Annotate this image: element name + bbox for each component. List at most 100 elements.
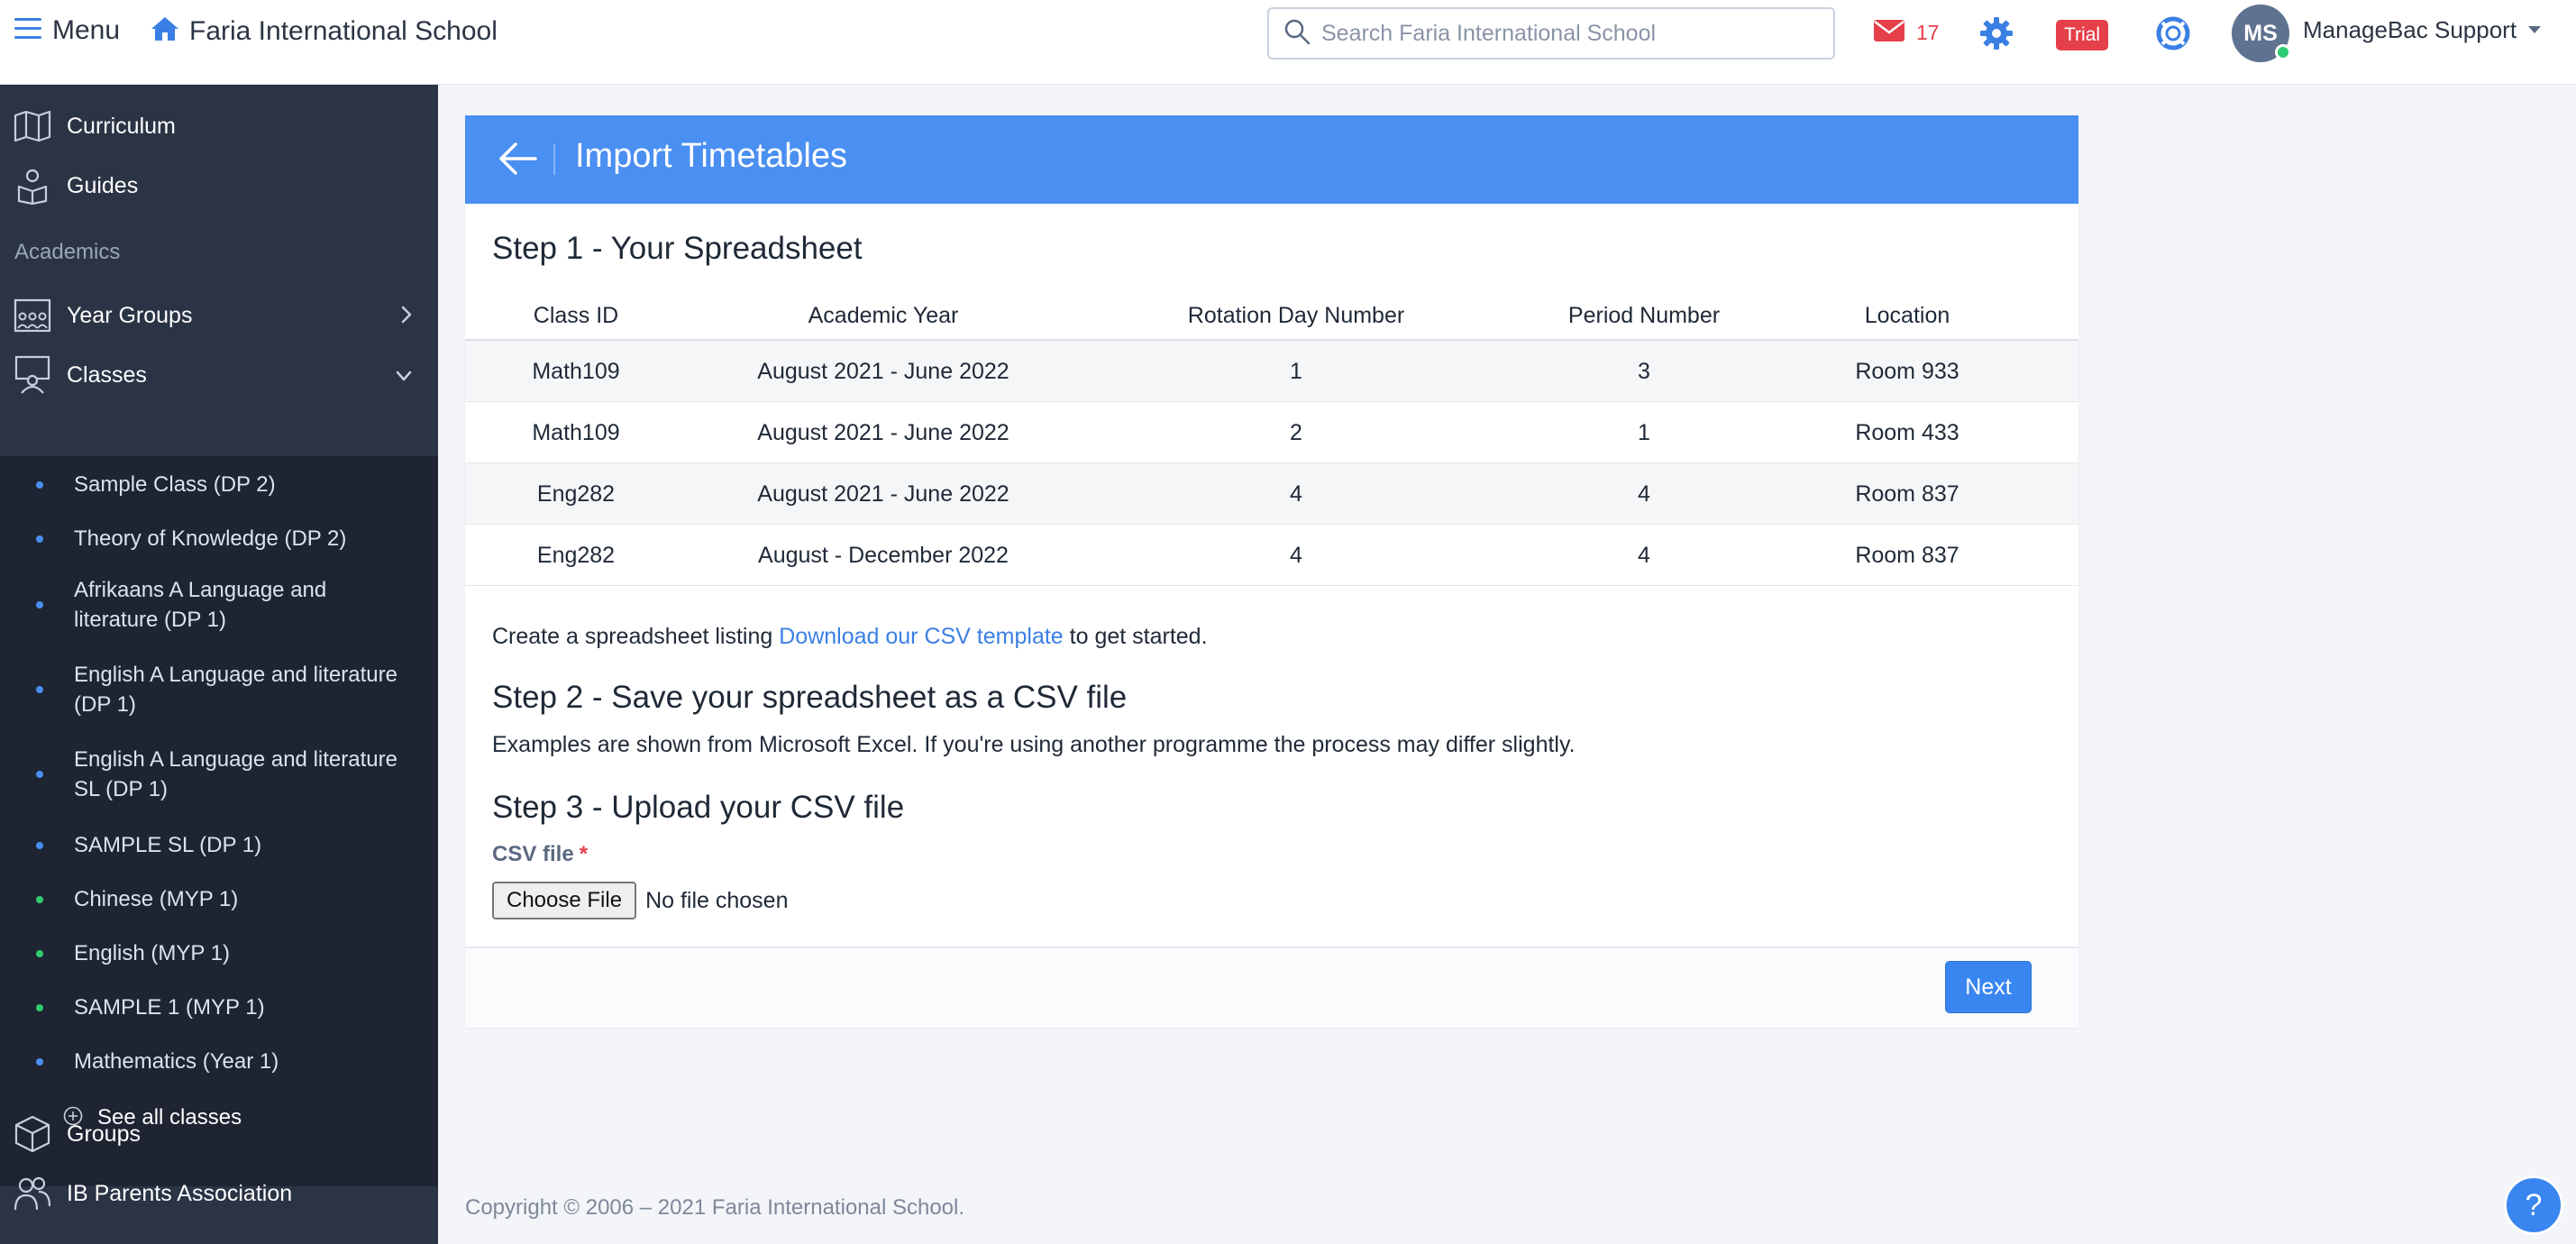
cell-period: 3 bbox=[1638, 359, 1650, 384]
help-button[interactable]: ? bbox=[2504, 1175, 2563, 1235]
column-header-rotation-day: Rotation Day Number bbox=[1187, 303, 1405, 328]
cell-period: 1 bbox=[1638, 420, 1650, 445]
school-home-link[interactable]: Faria International School bbox=[150, 15, 498, 47]
table-row: Math109 August 2021 - June 2022 1 3 Room… bbox=[465, 341, 2078, 402]
sidebar-item-classes[interactable]: Classes bbox=[0, 348, 438, 402]
download-template-link[interactable]: Download our CSV template bbox=[779, 624, 1063, 649]
class-label: English A Language and literature (DP 1) bbox=[74, 663, 397, 717]
cell-class-id: Eng282 bbox=[536, 543, 616, 568]
class-color-dot bbox=[36, 535, 43, 543]
sidebar-class-item[interactable]: English A Language and literature SL (DP… bbox=[0, 743, 438, 806]
sidebar-class-item[interactable]: Mathematics (Year 1) bbox=[0, 1044, 438, 1080]
class-color-dot bbox=[36, 771, 43, 778]
sidebar-item-label: IB Parents Association bbox=[67, 1180, 293, 1206]
class-color-dot bbox=[36, 1058, 43, 1066]
required-mark: * bbox=[579, 842, 589, 866]
school-name: Faria International School bbox=[189, 15, 498, 46]
cube-icon bbox=[13, 1114, 52, 1154]
support-button[interactable] bbox=[2156, 16, 2190, 55]
cell-class-id: Math109 bbox=[532, 420, 620, 445]
cell-location: Room 837 bbox=[1855, 543, 1959, 568]
envelope-icon bbox=[1873, 18, 1905, 48]
sidebar-class-item[interactable]: Theory of Knowledge (DP 2) bbox=[0, 521, 438, 557]
menu-button[interactable]: Menu bbox=[14, 15, 120, 46]
messages-button[interactable]: 17 bbox=[1873, 18, 1940, 48]
trial-badge[interactable]: Trial bbox=[2056, 20, 2109, 50]
cell-academic-year: August 2021 - June 2022 bbox=[757, 359, 1009, 384]
sidebar-section-academics: Academics bbox=[14, 240, 121, 264]
message-count: 17 bbox=[1916, 21, 1940, 44]
sidebar-item-label: Groups bbox=[67, 1121, 141, 1147]
class-label: Chinese (MYP 1) bbox=[74, 887, 239, 911]
class-color-dot bbox=[36, 950, 43, 957]
hamburger-icon bbox=[14, 17, 41, 45]
settings-button[interactable] bbox=[1979, 16, 2014, 55]
class-label: SAMPLE SL (DP 1) bbox=[74, 833, 262, 857]
class-color-dot bbox=[36, 1004, 43, 1011]
class-color-dot bbox=[36, 896, 43, 903]
import-timetables-card: Import Timetables Step 1 - Your Spreadsh… bbox=[465, 115, 2078, 1028]
avatar[interactable]: MS bbox=[2232, 5, 2291, 62]
sidebar-class-item[interactable]: SAMPLE SL (DP 1) bbox=[0, 828, 438, 864]
page-title: Import Timetables bbox=[575, 137, 847, 175]
step2-description: Examples are shown from Microsoft Excel.… bbox=[492, 732, 1576, 757]
step1-heading: Step 1 - Your Spreadsheet bbox=[492, 231, 863, 266]
create-text-before: Create a spreadsheet listing bbox=[492, 624, 780, 649]
home-icon bbox=[150, 15, 180, 47]
user-menu-button[interactable]: ManageBac Support bbox=[2303, 16, 2542, 44]
column-header-period: Period Number bbox=[1567, 303, 1721, 328]
sidebar-item-guides[interactable]: Guides bbox=[0, 159, 438, 213]
choose-file-button[interactable]: Choose File bbox=[492, 882, 637, 919]
cell-location: Room 933 bbox=[1855, 359, 1959, 384]
cell-academic-year: August 2021 - June 2022 bbox=[757, 481, 1009, 507]
sidebar-class-item[interactable]: SAMPLE 1 (MYP 1) bbox=[0, 990, 438, 1026]
users-icon bbox=[13, 1174, 52, 1213]
cell-rotation-day: 4 bbox=[1290, 543, 1302, 568]
cell-rotation-day: 2 bbox=[1290, 420, 1302, 445]
sidebar-item-curriculum[interactable]: Curriculum bbox=[0, 99, 438, 153]
class-color-dot bbox=[36, 686, 43, 693]
cell-academic-year: August 2021 - June 2022 bbox=[757, 420, 1009, 445]
cell-location: Room 433 bbox=[1855, 420, 1959, 445]
file-input: Choose File No file chosen bbox=[492, 882, 789, 919]
table-row: Math109 August 2021 - June 2022 2 1 Room… bbox=[465, 402, 2078, 463]
caret-down-icon bbox=[2527, 23, 2542, 39]
column-header-location: Location bbox=[1864, 303, 1950, 328]
sidebar-class-item[interactable]: Chinese (MYP 1) bbox=[0, 882, 438, 918]
step3-heading: Step 3 - Upload your CSV file bbox=[492, 790, 905, 825]
sidebar-item-label: Classes bbox=[67, 361, 147, 388]
menu-label: Menu bbox=[52, 15, 121, 45]
next-button[interactable]: Next bbox=[1945, 961, 2032, 1013]
csv-file-label: CSV file * bbox=[492, 842, 588, 867]
class-label: Afrikaans A Language and literature (DP … bbox=[74, 578, 327, 632]
class-color-dot bbox=[36, 601, 43, 608]
no-file-text: No file chosen bbox=[645, 887, 789, 913]
table-row: Eng282 August - December 2022 4 4 Room 8… bbox=[465, 525, 2078, 586]
question-icon: ? bbox=[2525, 1187, 2543, 1222]
classes-submenu: Sample Class (DP 2) Theory of Knowledge … bbox=[0, 456, 438, 1186]
table-header: Class ID Academic Year Rotation Day Numb… bbox=[465, 292, 2078, 341]
sidebar-class-item[interactable]: English (MYP 1) bbox=[0, 936, 438, 972]
sidebar-item-year-groups[interactable]: Year Groups bbox=[0, 288, 438, 343]
user-name: ManageBac Support bbox=[2303, 16, 2517, 43]
column-header-academic-year: Academic Year bbox=[808, 303, 959, 328]
header-divider bbox=[553, 144, 555, 175]
sidebar-class-item[interactable]: Afrikaans A Language and literature (DP … bbox=[0, 573, 438, 636]
sidebar-class-item[interactable]: English A Language and literature (DP 1) bbox=[0, 658, 438, 721]
sidebar-class-item[interactable]: Sample Class (DP 2) bbox=[0, 467, 438, 503]
copyright-text: Copyright © 2006 – 2021 Faria Internatio… bbox=[465, 1195, 965, 1220]
class-color-dot bbox=[36, 481, 43, 489]
search-input[interactable] bbox=[1321, 20, 1826, 47]
gear-icon bbox=[1979, 17, 2014, 54]
top-bar: Menu Faria International School 17 bbox=[0, 0, 2576, 85]
sidebar-item-ib-parents[interactable]: IB Parents Association bbox=[0, 1166, 438, 1221]
class-label: Sample Class (DP 2) bbox=[74, 472, 276, 497]
back-button[interactable] bbox=[498, 141, 537, 181]
table-row: Eng282 August 2021 - June 2022 4 4 Room … bbox=[465, 463, 2078, 525]
create-text-after: to get started. bbox=[1063, 624, 1208, 649]
year-groups-icon bbox=[13, 296, 52, 335]
lifebuoy-icon bbox=[2156, 16, 2190, 54]
cell-location: Room 837 bbox=[1855, 481, 1959, 507]
sidebar-item-groups[interactable]: Groups bbox=[0, 1107, 438, 1161]
cell-rotation-day: 4 bbox=[1290, 481, 1302, 507]
